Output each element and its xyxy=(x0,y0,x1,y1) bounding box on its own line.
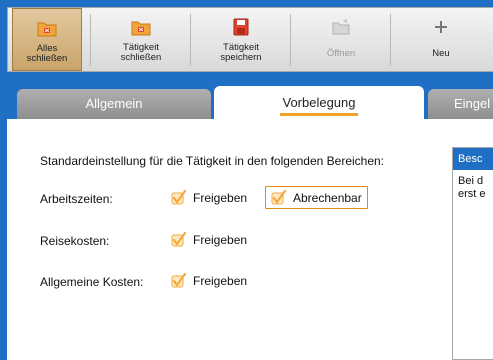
description-title: Besc xyxy=(453,148,493,170)
close-activity-label: Tätigkeit schließen xyxy=(120,42,162,63)
tab-allgemein[interactable]: Allgemein xyxy=(17,89,211,119)
checkmark-icon xyxy=(271,189,287,204)
reisekosten-freigeben-checkbox[interactable]: Freigeben xyxy=(171,230,247,250)
row-label-allgemeine-kosten: Allgemeine Kosten: xyxy=(40,275,144,289)
description-line: Bei d xyxy=(458,175,484,187)
allgemeine-kosten-freigeben-label: Freigeben xyxy=(193,274,248,288)
allgemeine-kosten-freigeben-checkbox[interactable]: Freigeben xyxy=(171,271,247,291)
description-text: Bei d erst e xyxy=(453,170,493,201)
description-line: erst e xyxy=(458,188,486,200)
toolbar-separator xyxy=(290,14,291,66)
tab-eingel[interactable]: Eingel xyxy=(428,89,493,119)
toolbar-separator xyxy=(190,14,191,66)
checkmark-icon xyxy=(171,273,187,288)
row-label-reisekosten: Reisekosten: xyxy=(40,234,110,248)
arbeitszeiten-abrechenbar-label: Abrechenbar xyxy=(293,190,362,205)
folder-close-all-icon xyxy=(37,22,57,37)
save-activity-button[interactable]: Tätigkeit speichern xyxy=(204,8,278,71)
close-all-button[interactable]: Alles schließen xyxy=(12,8,82,71)
toolbar-separator xyxy=(90,14,91,66)
open-button[interactable]: Öffnen xyxy=(304,8,378,71)
checkmark-icon xyxy=(171,232,187,247)
close-all-label: Alles schließen xyxy=(26,43,68,64)
open-label: Öffnen xyxy=(326,48,356,59)
close-activity-button[interactable]: Tätigkeit schließen xyxy=(104,8,178,71)
arbeitszeiten-abrechenbar-checkbox[interactable]: Abrechenbar xyxy=(265,186,368,209)
description-box: Besc Bei d erst e xyxy=(452,147,493,360)
folder-close-icon xyxy=(131,21,151,36)
save-icon xyxy=(233,18,249,36)
arbeitszeiten-freigeben-checkbox[interactable]: Freigeben xyxy=(171,188,247,208)
toolbar: Alles schließen Tätigkeit schließen Täti… xyxy=(7,7,493,72)
plus-icon xyxy=(435,21,447,33)
reisekosten-freigeben-label: Freigeben xyxy=(193,233,248,247)
checkmark-icon xyxy=(171,190,187,205)
new-button[interactable]: Neu xyxy=(404,8,478,71)
toolbar-separator xyxy=(390,14,391,66)
row-label-arbeitszeiten: Arbeitszeiten: xyxy=(40,192,113,206)
panel-heading: Standardeinstellung für die Tätigkeit in… xyxy=(40,154,385,168)
save-activity-label: Tätigkeit speichern xyxy=(220,42,262,63)
arbeitszeiten-freigeben-label: Freigeben xyxy=(193,191,248,205)
new-label: Neu xyxy=(432,48,450,59)
open-icon xyxy=(332,19,350,35)
tab-vorbelegung-label: Vorbelegung xyxy=(280,93,358,116)
tab-vorbelegung[interactable]: Vorbelegung xyxy=(214,86,424,120)
settings-panel: Standardeinstellung für die Tätigkeit in… xyxy=(7,119,493,360)
